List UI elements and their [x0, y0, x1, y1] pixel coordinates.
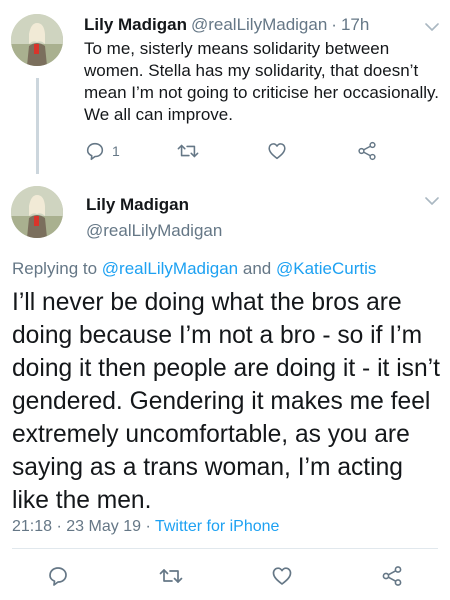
- like-icon: [268, 143, 286, 160]
- reply-count: 1: [112, 143, 120, 159]
- retweet-button[interactable]: [158, 564, 184, 588]
- retweet-icon: [159, 569, 183, 583]
- like-icon: [272, 567, 292, 585]
- author-handle[interactable]: @realLilyMadigan: [86, 220, 222, 242]
- tweet-time[interactable]: 21:18: [12, 518, 52, 535]
- replying-and: and: [242, 259, 272, 278]
- timestamp[interactable]: 17h: [341, 15, 369, 34]
- replying-prefix: Replying to: [12, 259, 98, 278]
- share-button[interactable]: [356, 140, 378, 162]
- tweet-actions: [0, 564, 450, 590]
- reply-icon: [49, 567, 67, 586]
- like-button[interactable]: [270, 564, 294, 588]
- separator: ·: [56, 518, 62, 535]
- avatar[interactable]: [11, 14, 63, 66]
- chevron-down-icon[interactable]: [425, 22, 439, 32]
- mention-link[interactable]: @realLilyMadigan: [102, 259, 238, 278]
- share-icon: [382, 566, 402, 586]
- mention-link[interactable]: @KatieCurtis: [276, 259, 376, 278]
- tweet-header: Lily Madigan @realLilyMadigan · 17h: [84, 14, 369, 36]
- separator: ·: [145, 518, 151, 535]
- thread-connector-line: [36, 78, 39, 174]
- tweet-2: Lily Madigan @realLilyMadigan Replying t…: [0, 172, 450, 600]
- like-button[interactable]: [266, 140, 288, 162]
- retweet-button[interactable]: [176, 140, 200, 162]
- share-icon: [358, 141, 376, 161]
- tweet-text: I’ll never be doing what the bros are do…: [12, 289, 440, 514]
- reply-button[interactable]: 1: [84, 140, 120, 162]
- replying-to: Replying to @realLilyMadigan and @KatieC…: [12, 258, 376, 280]
- separator: ·: [331, 15, 337, 34]
- author-name[interactable]: Lily Madigan: [86, 194, 189, 216]
- share-button[interactable]: [380, 564, 404, 588]
- chevron-down-icon[interactable]: [425, 196, 439, 206]
- tweet-actions: 1: [84, 140, 404, 164]
- author-handle[interactable]: @realLilyMadigan: [191, 15, 327, 34]
- avatar[interactable]: [11, 186, 63, 238]
- tweet-1: Lily Madigan @realLilyMadigan · 17h To me, …: [0, 0, 450, 174]
- tweet-meta: 21:18 · 23 May 19 · Twitter for iPhone: [12, 516, 279, 538]
- tweet-text: To me, sisterly means solidarity between…: [84, 39, 439, 124]
- reply-button[interactable]: [46, 564, 70, 588]
- retweet-icon: [177, 144, 199, 158]
- reply-icon: [86, 142, 104, 161]
- tweet-date[interactable]: 23 May 19: [66, 518, 141, 535]
- author-name[interactable]: Lily Madigan: [84, 15, 187, 34]
- tweet-source[interactable]: Twitter for iPhone: [155, 518, 280, 535]
- divider: [12, 548, 438, 549]
